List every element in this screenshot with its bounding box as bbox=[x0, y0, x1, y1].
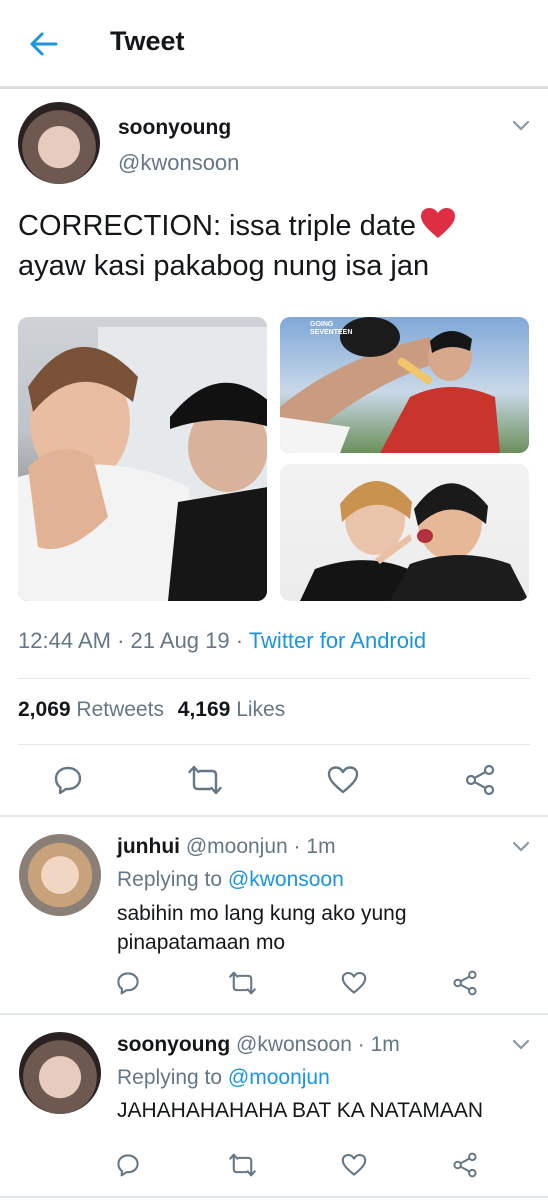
retweet-icon[interactable] bbox=[229, 971, 256, 995]
media-photo-left[interactable] bbox=[18, 317, 267, 601]
share-icon[interactable] bbox=[452, 1152, 478, 1178]
likes-label: Likes bbox=[236, 698, 286, 721]
replying-to-handle[interactable]: @moonjun bbox=[228, 1066, 330, 1089]
reply-author-handle[interactable]: @moonjun bbox=[186, 835, 288, 858]
avatar[interactable] bbox=[18, 102, 100, 184]
reply-time: 1m bbox=[306, 835, 336, 858]
replying-to-handle[interactable]: @kwonsoon bbox=[228, 868, 344, 891]
like-icon[interactable] bbox=[327, 765, 359, 795]
likes-count: 4,169 bbox=[177, 698, 231, 721]
divider bbox=[18, 744, 530, 745]
tweet-text-line-1: CORRECTION: issa triple date bbox=[18, 210, 417, 242]
chevron-down-icon[interactable] bbox=[512, 841, 530, 853]
reply-time: 1m bbox=[370, 1033, 400, 1056]
reply-header: junhui @moonjun · 1m bbox=[117, 835, 336, 859]
reply-tweet[interactable]: soonyoung @kwonsoon · 1m Replying to @mo… bbox=[0, 1015, 548, 1200]
tweet-text: CORRECTION: issa triple date ayaw kasi p… bbox=[18, 206, 528, 286]
like-icon[interactable] bbox=[341, 1153, 367, 1177]
tweet-timestamp-line: 12:44 AM · 21 Aug 19 · Twitter for Andro… bbox=[18, 628, 426, 654]
back-arrow-icon[interactable] bbox=[28, 28, 60, 60]
replying-to-line: Replying to @moonjun bbox=[117, 1063, 330, 1092]
chevron-down-icon[interactable] bbox=[512, 1039, 530, 1051]
avatar[interactable] bbox=[19, 1032, 101, 1114]
tweet-action-bar bbox=[0, 750, 548, 810]
like-icon[interactable] bbox=[341, 971, 367, 995]
reply-text-line-1: JAHAHAHAHAHA BAT KA NATAMAAN bbox=[117, 1099, 484, 1122]
divider bbox=[0, 1196, 548, 1198]
reply-header: soonyoung @kwonsoon · 1m bbox=[117, 1033, 400, 1057]
tweet-date: 21 Aug 19 bbox=[130, 628, 230, 653]
retweets-stat[interactable]: 2,069 Retweets bbox=[18, 698, 164, 721]
avatar[interactable] bbox=[19, 834, 101, 916]
retweets-label: Retweets bbox=[76, 698, 164, 721]
replying-to-label: Replying to bbox=[117, 868, 223, 891]
reply-icon[interactable] bbox=[53, 765, 83, 795]
retweet-icon[interactable] bbox=[229, 1153, 256, 1177]
author-handle[interactable]: @kwonsoon bbox=[118, 150, 239, 176]
author-name[interactable]: soonyoung bbox=[118, 116, 231, 140]
reply-text: sabihin mo lang kung ako yung pinapatama… bbox=[117, 899, 517, 957]
reply-author-name[interactable]: junhui bbox=[117, 835, 180, 858]
share-icon[interactable] bbox=[464, 764, 496, 796]
reply-text-line-2: pinapatamaan mo bbox=[117, 931, 286, 954]
photo-content-left bbox=[18, 327, 267, 601]
photo-content-top-right bbox=[280, 317, 500, 453]
divider bbox=[18, 678, 530, 679]
reply-text: JAHAHAHAHAHA BAT KA NATAMAAN bbox=[117, 1096, 537, 1125]
reply-icon[interactable] bbox=[116, 1153, 140, 1177]
chevron-down-icon[interactable] bbox=[512, 120, 530, 132]
reply-text-line-1: sabihin mo lang kung ako yung bbox=[117, 902, 407, 925]
page-title: Tweet bbox=[110, 26, 185, 56]
tweet-text-line-2: ayaw kasi pakabog nung isa jan bbox=[18, 250, 430, 282]
retweet-icon[interactable] bbox=[188, 765, 222, 795]
reply-action-bar bbox=[0, 967, 548, 1001]
photo-overlay-caption: GOING SEVENTEEN bbox=[310, 321, 353, 336]
replying-to-label: Replying to bbox=[117, 1066, 223, 1089]
share-icon[interactable] bbox=[452, 970, 478, 996]
top-app-bar: Tweet bbox=[0, 0, 548, 89]
tweet-stats: 2,069 Retweets 4,169 Likes bbox=[18, 698, 285, 722]
reply-author-name[interactable]: soonyoung bbox=[117, 1033, 230, 1056]
separator-dot: · bbox=[293, 835, 301, 858]
media-photo-bottom-right[interactable] bbox=[280, 464, 529, 601]
separator-dot: · bbox=[235, 628, 244, 653]
reply-tweet[interactable]: junhui @moonjun · 1m Replying to @kwonso… bbox=[0, 817, 548, 1013]
photo-content-bottom-right bbox=[300, 480, 529, 601]
likes-stat[interactable]: 4,169 Likes bbox=[178, 698, 285, 721]
separator-dot: · bbox=[117, 628, 125, 653]
reply-icon[interactable] bbox=[116, 971, 140, 995]
reply-action-bar bbox=[0, 1149, 548, 1183]
reply-author-handle[interactable]: @kwonsoon bbox=[236, 1033, 352, 1056]
red-heart-emoji bbox=[421, 208, 456, 238]
separator-dot: · bbox=[357, 1033, 365, 1056]
tweet-source-link[interactable]: Twitter for Android bbox=[249, 628, 426, 653]
tweet-time: 12:44 AM bbox=[18, 628, 111, 653]
retweets-count: 2,069 bbox=[18, 698, 71, 721]
replying-to-line: Replying to @kwonsoon bbox=[117, 865, 344, 894]
media-photo-top-right[interactable]: GOING SEVENTEEN bbox=[280, 317, 529, 453]
